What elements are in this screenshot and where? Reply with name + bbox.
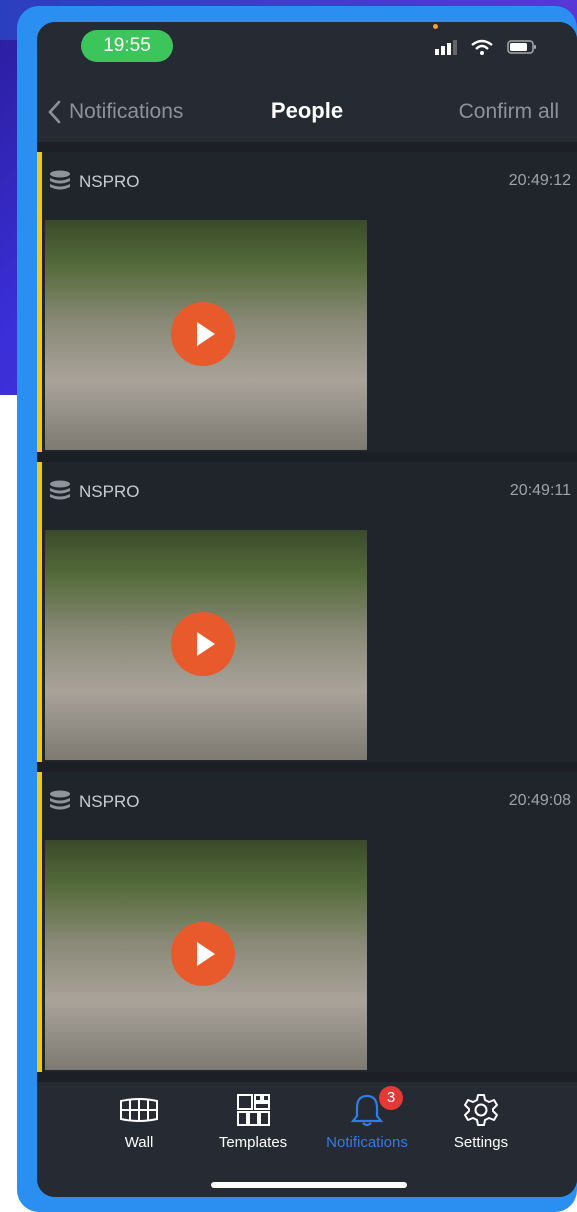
wifi-icon: [471, 39, 493, 60]
tab-label: Notifications: [326, 1134, 408, 1151]
event-time: 20:49:12: [508, 172, 571, 189]
battery-icon: [507, 39, 537, 60]
status-time: 19:55: [81, 30, 173, 62]
database-icon: [50, 790, 70, 810]
gear-icon: [431, 1090, 531, 1130]
home-indicator: [211, 1182, 407, 1188]
event-time: 20:49:11: [509, 482, 571, 499]
unread-accent-bar: [37, 462, 42, 762]
chevron-left-icon: [48, 100, 61, 124]
notification-list: NSPRO 20:49:12 NSPRO 20:49:11 NSPRO 20:4…: [37, 152, 577, 1082]
navigation-bar: Notifications People Confirm all: [37, 82, 577, 142]
tab-settings[interactable]: Settings: [431, 1090, 531, 1151]
status-bar: 19:55: [37, 22, 577, 82]
unread-accent-bar: [37, 772, 42, 1072]
wall-grid-icon: [89, 1090, 189, 1130]
privacy-indicator-dot: [433, 24, 438, 29]
camera-snapshot[interactable]: [45, 840, 367, 1070]
notification-card[interactable]: NSPRO 20:49:08: [37, 772, 577, 1072]
notification-card[interactable]: NSPRO 20:49:11: [37, 462, 577, 762]
templates-icon: [203, 1090, 303, 1130]
event-time: 20:49:08: [508, 792, 571, 809]
confirm-all-button[interactable]: Confirm all: [459, 100, 559, 124]
card-header: NSPRO: [49, 480, 139, 504]
camera-snapshot[interactable]: [45, 220, 367, 450]
tab-bar: Wall Templates Notifications 3 Settings: [37, 1082, 577, 1197]
notification-count-badge: 3: [379, 1086, 403, 1110]
source-name: NSPRO: [79, 172, 140, 191]
unread-accent-bar: [37, 152, 42, 452]
camera-snapshot[interactable]: [45, 530, 367, 760]
tab-label: Templates: [218, 1134, 288, 1151]
source-name: NSPRO: [79, 482, 140, 501]
card-header: NSPRO: [49, 790, 139, 814]
notification-card[interactable]: NSPRO 20:49:12: [37, 152, 577, 452]
back-button[interactable]: Notifications: [47, 94, 183, 130]
database-icon: [50, 480, 70, 500]
tab-label: Wall: [124, 1134, 154, 1151]
back-label: Notifications: [69, 100, 184, 123]
card-header: NSPRO: [49, 170, 139, 194]
play-icon[interactable]: [171, 302, 235, 366]
tab-templates[interactable]: Templates: [203, 1090, 303, 1151]
database-icon: [50, 170, 70, 190]
play-icon[interactable]: [171, 922, 235, 986]
tab-label: Settings: [453, 1134, 509, 1151]
tab-wall[interactable]: Wall: [89, 1090, 189, 1151]
app-screen: 19:55 Notifications People Confirm all N…: [37, 22, 577, 1197]
signal-icon: [435, 39, 457, 60]
status-icons: [435, 38, 537, 60]
play-icon[interactable]: [171, 612, 235, 676]
source-name: NSPRO: [79, 792, 140, 811]
